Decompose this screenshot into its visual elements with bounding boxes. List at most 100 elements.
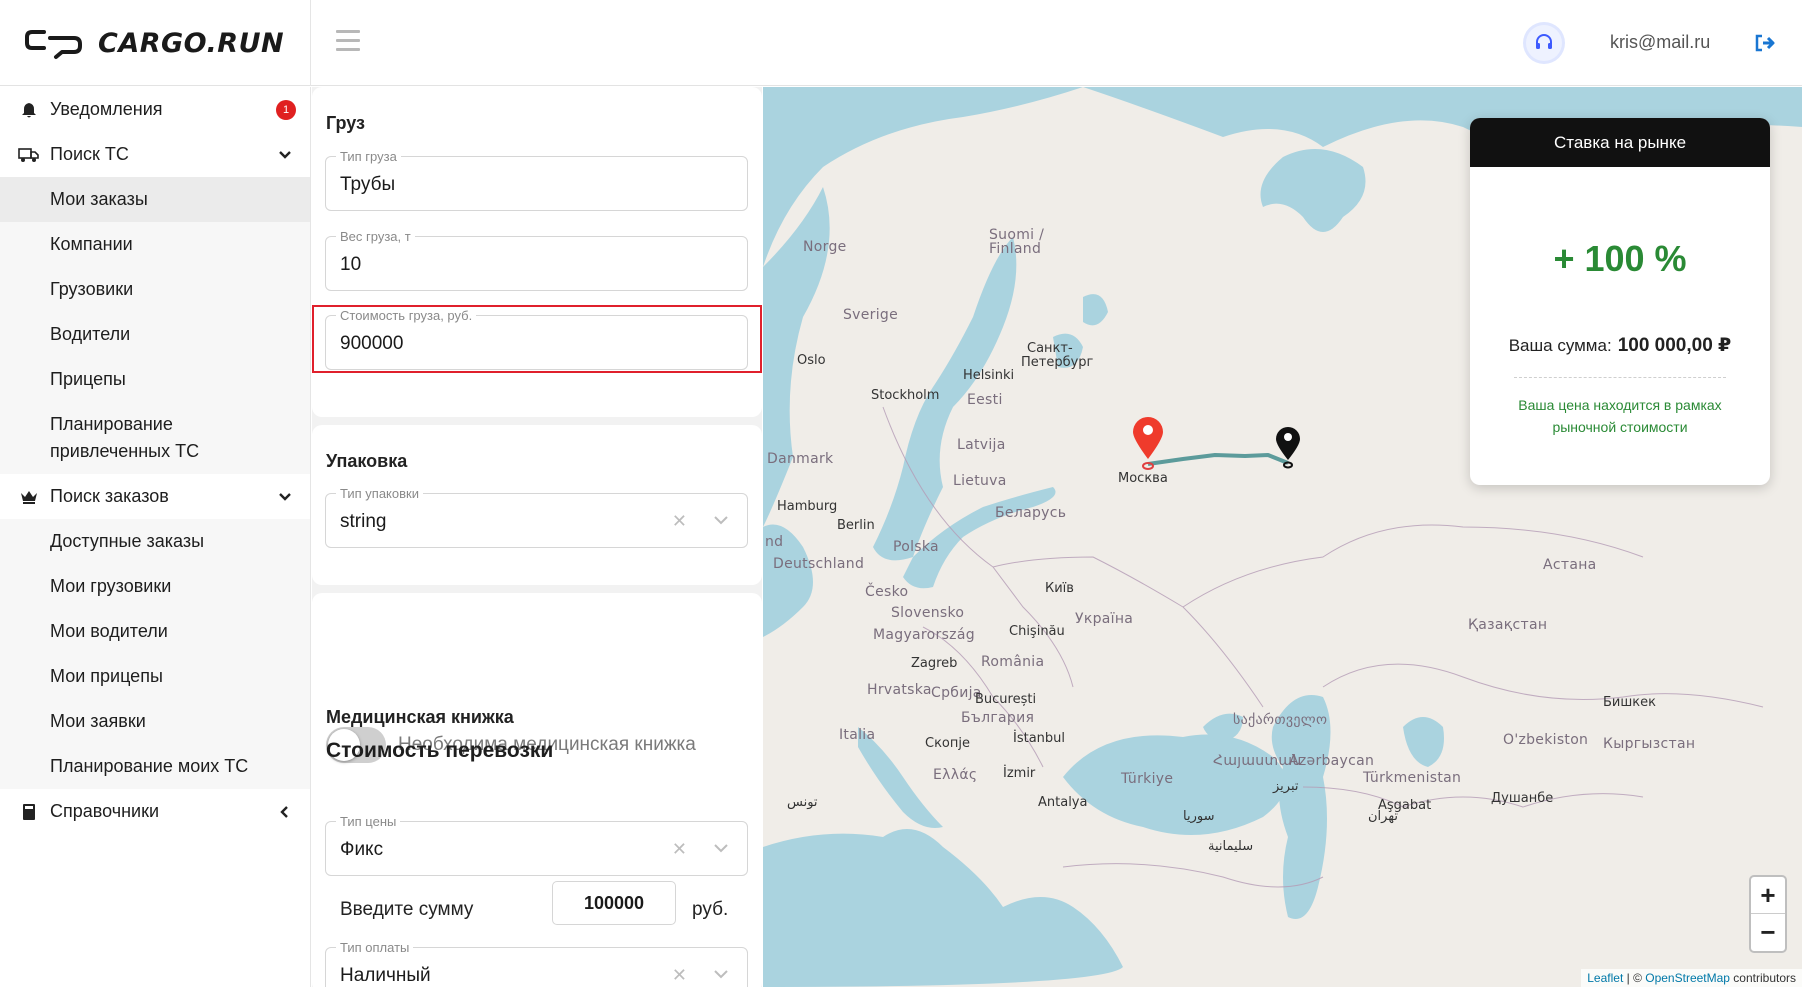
field-label: Тип оплаты (336, 940, 414, 955)
map-label: سوريا (1183, 809, 1215, 824)
menu-icon[interactable] (336, 30, 360, 52)
zoom-out-button[interactable]: − (1751, 914, 1785, 951)
market-rate-sum: Ваша сумма: 100 000,00 ₽ (1470, 334, 1770, 357)
map-label: București (975, 692, 1037, 707)
price-type-select[interactable]: Тип цены Фикс ✕ (325, 814, 748, 876)
user-email[interactable]: kris@mail.ru (1610, 32, 1710, 53)
map-label: Latvija (957, 437, 1006, 453)
sum-label: Введите сумму (340, 899, 474, 920)
sidebar-item-drivers[interactable]: Водители (0, 312, 310, 357)
map-label: Lietuva (953, 473, 1007, 489)
support-icon[interactable] (1526, 25, 1562, 61)
sidebar-item-planning-my[interactable]: Планирование моих ТС (0, 744, 310, 789)
sidebar-item-label: Планирование моих ТС (50, 756, 249, 776)
clear-icon[interactable]: ✕ (672, 511, 687, 532)
top-header: CARGO.RUN kris@mail.ru (0, 0, 1802, 86)
chevron-down-icon[interactable] (713, 514, 729, 526)
map-label: Київ (1045, 581, 1074, 596)
map-attribution: Leaflet | © OpenStreetMap contributors (1581, 969, 1802, 987)
sidebar-item-references[interactable]: Справочники (0, 789, 310, 834)
submenu-search-orders: Доступные заказы Мои грузовики Мои водит… (0, 519, 310, 789)
sidebar-item-trucks[interactable]: Грузовики (0, 267, 310, 312)
chevron-down-icon[interactable] (278, 490, 292, 504)
divider (1514, 377, 1726, 378)
packaging-card: Упаковка Тип упаковки string ✕ (312, 425, 762, 585)
map-label: nd (765, 534, 784, 550)
market-rate-card: Ставка на рынке + 100 % Ваша сумма: 100 0… (1470, 118, 1770, 485)
chevron-down-icon[interactable] (713, 842, 729, 854)
notification-badge: 1 (276, 99, 296, 120)
chevron-left-icon[interactable] (278, 805, 292, 819)
field-value: Наличный (340, 965, 431, 986)
cargo-weight-field[interactable]: Вес груза, т 10 (325, 229, 748, 291)
sidebar-item-label: Мои заказы (50, 189, 148, 209)
field-label: Тип цены (336, 814, 401, 829)
sidebar-item-label: Планирование привлеченных ТС (50, 414, 200, 461)
map-label: Москва (1118, 471, 1168, 486)
sidebar-item-search-orders[interactable]: Поиск заказов (0, 474, 310, 519)
sidebar-item-my-trucks[interactable]: Мои грузовики (0, 564, 310, 609)
clear-icon[interactable]: ✕ (672, 965, 687, 986)
sum-input[interactable]: 100000 (552, 881, 676, 925)
map-label: Polska (893, 539, 939, 555)
map-label: Eesti (967, 392, 1003, 408)
logout-icon[interactable] (1754, 33, 1776, 53)
map-label: Петербург (1021, 355, 1094, 370)
sidebar-item-label: Мои грузовики (50, 576, 172, 596)
leaflet-link[interactable]: Leaflet (1587, 971, 1623, 985)
map-label: Slovensko (891, 605, 965, 621)
cargo-type-field[interactable]: Тип груза Трубы (325, 149, 748, 211)
zoom-control: + − (1749, 875, 1787, 953)
map-label: O'zbekiston (1503, 732, 1589, 748)
chevron-down-icon[interactable] (278, 148, 292, 162)
map-label: Hamburg (777, 499, 838, 514)
market-rate-percent: + 100 % (1553, 238, 1687, 279)
chevron-down-icon[interactable] (713, 968, 729, 980)
crown-icon (18, 486, 40, 508)
map-label: Türkiye (1121, 771, 1174, 787)
medical-card: Медицинская книжка (312, 593, 762, 805)
field-label: Стоимость груза, руб. (336, 308, 477, 323)
sidebar-item-trailers[interactable]: Прицепы (0, 357, 310, 402)
sidebar-item-available-orders[interactable]: Доступные заказы (0, 519, 310, 564)
cargo-cost-field[interactable]: Стоимость груза, руб. 900000 (325, 308, 748, 370)
sum-unit: руб. (692, 899, 729, 920)
bell-icon (18, 99, 40, 121)
map-label: საქართველო (1233, 712, 1328, 728)
osm-link[interactable]: OpenStreetMap (1645, 971, 1730, 985)
order-form: Груз Тип груза Трубы Вес груза, т 10 Сто… (312, 87, 762, 987)
map-label: Berlin (837, 518, 875, 533)
sidebar-item-my-drivers[interactable]: Мои водители (0, 609, 310, 654)
sidebar-item-search-vehicles[interactable]: Поиск ТС (0, 132, 310, 177)
clear-icon[interactable]: ✕ (672, 839, 687, 860)
packaging-type-select[interactable]: Тип упаковки string ✕ (325, 486, 748, 548)
sidebar-item-label: Мои водители (50, 621, 168, 641)
sidebar-item-label: Прицепы (50, 369, 126, 389)
cargo-card: Груз Тип груза Трубы Вес груза, т 10 Сто… (312, 87, 762, 417)
brand-name: CARGO.RUN (98, 27, 285, 59)
zoom-in-button[interactable]: + (1751, 877, 1785, 914)
map-label: Бишкек (1603, 695, 1656, 710)
sidebar-item-notifications[interactable]: Уведомления 1 (0, 87, 310, 132)
map-label: Türkmenistan (1363, 770, 1462, 786)
map-label: Санкт- (1027, 341, 1073, 356)
submenu-search-vehicles: Мои заказы Компании Грузовики Водители П… (0, 177, 310, 474)
attribution-contrib: contributors (1729, 971, 1796, 985)
sidebar-item-my-requests[interactable]: Мои заявки (0, 699, 310, 744)
map-label: İzmir (1003, 766, 1036, 781)
map-label: Finland (989, 241, 1042, 257)
map-label: Қазақстан (1468, 617, 1548, 633)
sum-amount: 100 000,00 ₽ (1617, 335, 1732, 356)
logo[interactable]: CARGO.RUN (0, 0, 311, 86)
sidebar-item-my-trailers[interactable]: Мои прицепы (0, 654, 310, 699)
sum-caption: Ваша сумма: (1508, 336, 1612, 355)
medical-title: Медицинская книжка (326, 707, 514, 727)
field-label: Вес груза, т (336, 229, 415, 244)
sidebar-item-companies[interactable]: Компании (0, 222, 310, 267)
sidebar-item-my-orders[interactable]: Мои заказы (0, 177, 310, 222)
map-label: Chişinău (1009, 624, 1065, 639)
map-label: Скопје (925, 736, 970, 751)
truck-icon (18, 144, 40, 166)
sidebar-item-planning-hired[interactable]: Планирование привлеченных ТС (0, 402, 310, 474)
payment-type-select[interactable]: Тип оплаты Наличный ✕ (325, 940, 748, 987)
